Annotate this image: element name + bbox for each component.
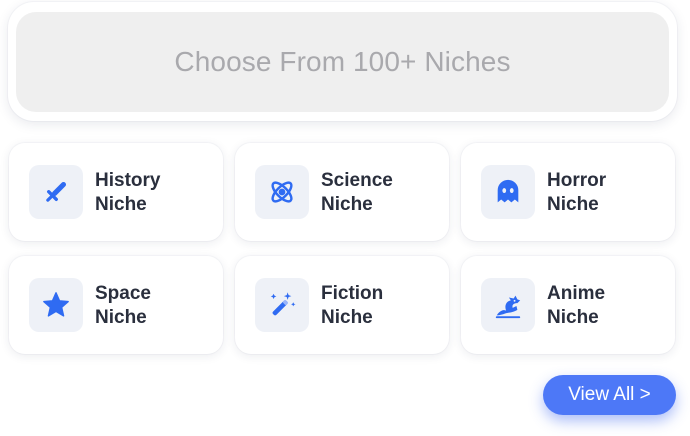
star-icon bbox=[29, 278, 83, 332]
magic-wand-icon bbox=[255, 278, 309, 332]
niche-label: Horror Niche bbox=[547, 169, 606, 217]
niche-name: Fiction bbox=[321, 283, 384, 304]
niche-suffix: Niche bbox=[547, 307, 599, 328]
niche-label: Fiction Niche bbox=[321, 282, 383, 330]
ghost-icon bbox=[481, 165, 535, 219]
sword-icon bbox=[29, 165, 83, 219]
niche-label: History Niche bbox=[95, 169, 160, 217]
niche-card-space[interactable]: Space Niche bbox=[9, 256, 223, 354]
niche-name: Space bbox=[95, 283, 151, 304]
niche-name: Horror bbox=[547, 170, 607, 191]
niche-header-card: Choose From 100+ Niches bbox=[8, 2, 677, 121]
niche-card-horror[interactable]: Horror Niche bbox=[461, 143, 675, 241]
niche-suffix: Niche bbox=[95, 307, 147, 328]
view-all-button[interactable]: View All > bbox=[543, 375, 676, 415]
niche-label: Science Niche bbox=[321, 169, 393, 217]
niche-card-fiction[interactable]: Fiction Niche bbox=[235, 256, 449, 354]
niche-selector: Choose From 100+ Niches History Niche Sc… bbox=[0, 0, 690, 436]
niche-label: Space Niche bbox=[95, 282, 151, 330]
atom-icon bbox=[255, 165, 309, 219]
niche-suffix: Niche bbox=[547, 194, 599, 215]
dragon-icon bbox=[481, 278, 535, 332]
niche-suffix: Niche bbox=[321, 194, 373, 215]
niche-card-history[interactable]: History Niche bbox=[9, 143, 223, 241]
niche-card-science[interactable]: Science Niche bbox=[235, 143, 449, 241]
niche-header-title: Choose From 100+ Niches bbox=[174, 46, 511, 77]
niche-suffix: Niche bbox=[95, 194, 147, 215]
niche-label: Anime Niche bbox=[547, 282, 605, 330]
niche-name: Anime bbox=[547, 283, 606, 304]
niche-name: History bbox=[95, 170, 161, 191]
niche-name: Science bbox=[321, 170, 393, 191]
niche-header: Choose From 100+ Niches bbox=[16, 12, 669, 112]
niche-card-anime[interactable]: Anime Niche bbox=[461, 256, 675, 354]
niche-suffix: Niche bbox=[321, 307, 373, 328]
